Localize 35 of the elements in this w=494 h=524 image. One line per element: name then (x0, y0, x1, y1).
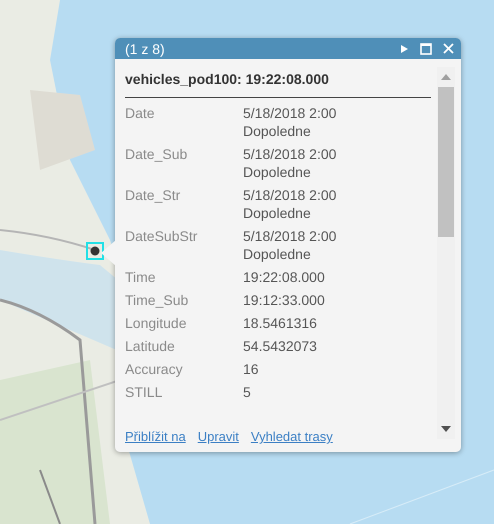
scroll-up-icon[interactable] (441, 73, 451, 81)
field-label: Latitude (125, 337, 176, 355)
action-link[interactable]: Vyhledat trasy (250, 429, 333, 444)
field-value: 19:22:08.000 (243, 268, 326, 286)
field-value: 5/18/2018 2:00 Dopoledne (243, 227, 338, 263)
selected-point-marker-icon[interactable] (86, 242, 104, 260)
field-label: Longitude (125, 314, 188, 332)
field-value: 5/18/2018 2:00 Dopoledne (243, 186, 338, 222)
field-label: DateSubStr (125, 227, 198, 246)
scrollbar-thumb[interactable] (438, 87, 454, 237)
field-value: 5/18/2018 2:00 Dopoledne (243, 145, 338, 181)
action-link[interactable]: Přiblížit na (125, 429, 186, 444)
play-icon (399, 44, 409, 54)
field-label: Date_Str (125, 186, 182, 205)
maximize-button[interactable] (419, 42, 433, 56)
close-button[interactable] (441, 42, 455, 56)
action-link[interactable]: Upravit (198, 429, 239, 444)
popup-title: (1 z 8) (125, 40, 166, 56)
scrollbar[interactable] (437, 67, 455, 439)
field-label: STILL (125, 383, 164, 401)
field-value: 18.5461316 (243, 314, 318, 332)
field-value: 19:12:33.000 (243, 291, 326, 309)
field-label: Date (125, 104, 156, 123)
field-label: Time (125, 268, 157, 286)
field-value: 54.5432073 (243, 337, 318, 355)
maximize-icon (420, 42, 432, 54)
field-label: Accuracy (125, 360, 184, 378)
scroll-down-icon[interactable] (441, 425, 451, 433)
field-label: Time_Sub (125, 291, 190, 309)
field-value: 16 (243, 360, 260, 378)
field-value: 5 (243, 383, 252, 401)
field-label: Date_Sub (125, 145, 188, 164)
field-value: 5/18/2018 2:00 Dopoledne (243, 104, 338, 140)
feature-heading: vehicles_pod100: 19:22:08.000 (125, 67, 431, 98)
close-icon (442, 43, 454, 54)
